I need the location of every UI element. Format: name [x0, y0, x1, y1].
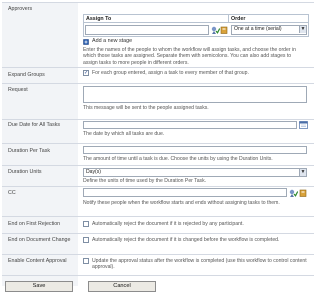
enable-content-approval-text: Update the approval status after the wor… [92, 258, 307, 271]
duration-units-select[interactable]: Day(s) ▼ [83, 168, 307, 177]
calendar-icon[interactable] [299, 121, 308, 129]
approvers-stage-table: Assign To Order One at a time (serial) ▼ [83, 14, 309, 37]
request-label: Request [8, 87, 28, 93]
due-date-help: The date by which all tasks are due. [83, 131, 165, 137]
cc-label: CC [8, 190, 16, 196]
approvers-label: Approvers [8, 6, 33, 12]
end-document-change-text: Automatically reject the document if it … [92, 237, 280, 243]
workflow-settings-form: Approvers Assign To Order One at a time … [0, 0, 320, 305]
due-date-label: Due Date for All Tasks [8, 122, 61, 128]
address-book-icon[interactable] [220, 26, 229, 34]
duration-units-label: Duration Units [8, 169, 42, 175]
end-document-change-label: End on Document Change [8, 237, 71, 243]
request-help: This message will be sent to the people … [83, 105, 209, 111]
save-button[interactable]: Save [5, 281, 73, 292]
expand-groups-text: For each group entered, assign a task to… [92, 70, 249, 76]
address-book-icon[interactable] [299, 189, 308, 197]
request-input[interactable] [83, 86, 307, 103]
end-document-change-checkbox[interactable] [83, 237, 89, 243]
end-first-rejection-label: End on First Rejection [8, 221, 61, 227]
duration-per-task-input[interactable] [83, 146, 307, 154]
order-select-value: One at a time (serial) [234, 26, 282, 32]
order-select[interactable]: One at a time (serial) ▼ [231, 25, 307, 35]
duration-units-help: Define the units of time used by the Dur… [83, 178, 207, 184]
add-stage-icon [83, 39, 89, 45]
expand-groups-label: Expand Groups [8, 72, 45, 78]
cancel-button[interactable]: Cancel [88, 281, 156, 292]
order-header: Order [229, 15, 308, 23]
chevron-down-icon: ▼ [299, 169, 306, 176]
check-names-icon[interactable] [289, 189, 299, 197]
enable-content-approval-checkbox[interactable] [83, 258, 89, 264]
duration-per-task-label: Duration Per Task [8, 148, 51, 154]
due-date-input[interactable] [83, 121, 297, 129]
duration-per-task-help: The amount of time until a task is due. … [83, 156, 273, 162]
duration-units-value: Day(s) [86, 169, 101, 175]
chevron-down-icon: ▼ [299, 26, 306, 33]
add-stage-label: Add a new stage [92, 38, 133, 44]
check-names-icon[interactable] [211, 26, 221, 34]
cc-help: Notify these people when the workflow st… [83, 200, 280, 206]
assign-to-input[interactable] [85, 25, 209, 35]
expand-groups-checkbox[interactable]: ✓ [83, 70, 89, 76]
cc-input[interactable] [83, 188, 287, 197]
approvers-help: Enter the names of the people to whom th… [83, 47, 296, 66]
end-first-rejection-checkbox[interactable] [83, 221, 89, 227]
assign-to-header: Assign To [84, 15, 229, 23]
end-first-rejection-text: Automatically reject the document if it … [92, 221, 244, 227]
enable-content-approval-label: Enable Content Approval [8, 258, 67, 264]
